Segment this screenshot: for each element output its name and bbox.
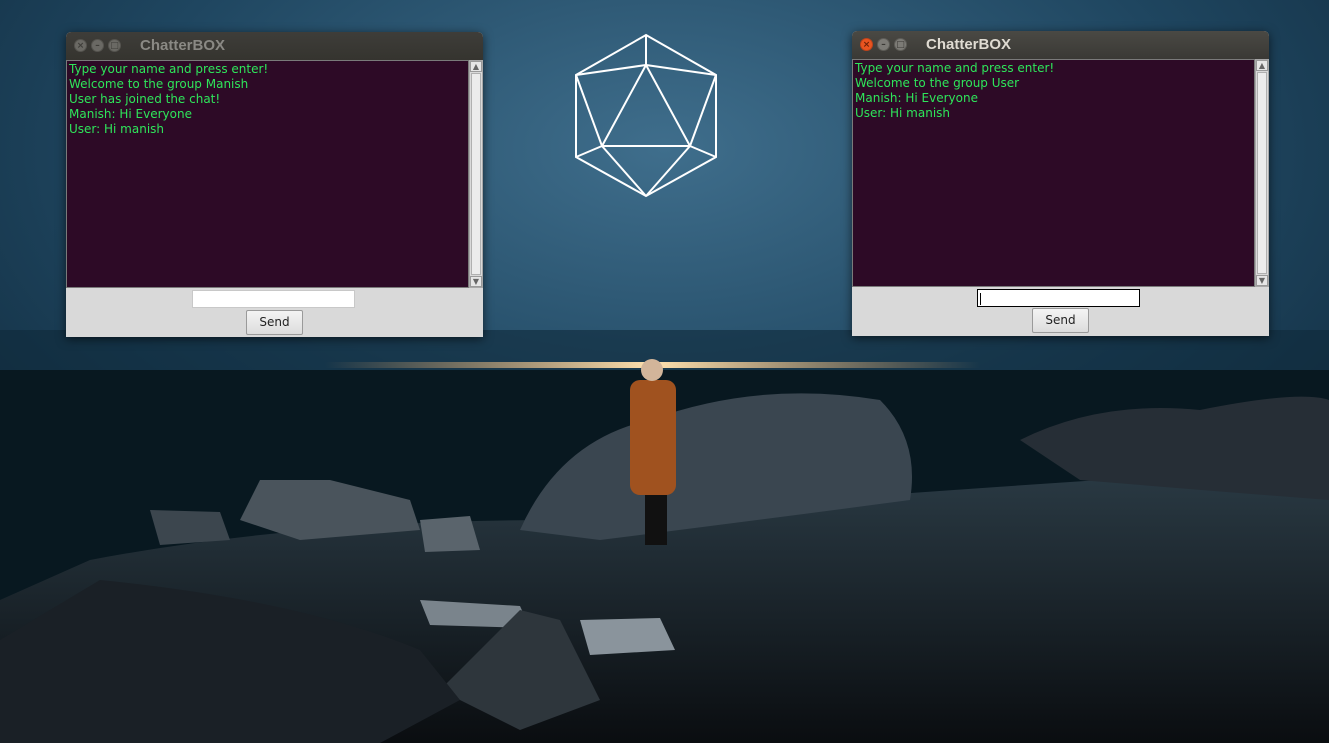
chat-message: User: Hi manish xyxy=(855,106,951,120)
chat-message: Manish: Hi Everyone xyxy=(855,91,978,105)
message-input[interactable] xyxy=(192,290,355,308)
chat-log[interactable]: Type your name and press enter! Welcome … xyxy=(852,59,1255,287)
chat-message: Welcome to the group User xyxy=(855,76,1020,90)
minimize-icon[interactable]: – xyxy=(91,39,104,52)
text-cursor xyxy=(980,293,981,305)
scrollbar-thumb[interactable] xyxy=(471,73,481,275)
scroll-down-arrow-icon[interactable]: ▼ xyxy=(1256,275,1268,286)
window-titlebar[interactable]: × – □ ChatterBOX xyxy=(66,32,483,60)
chat-message: User has joined the chat! xyxy=(69,92,221,106)
message-input[interactable] xyxy=(977,289,1140,307)
chat-scrollbar[interactable]: ▲ ▼ xyxy=(1255,59,1269,287)
scrollbar-thumb[interactable] xyxy=(1257,72,1267,274)
minimize-icon[interactable]: – xyxy=(877,38,890,51)
scroll-down-arrow-icon[interactable]: ▼ xyxy=(470,276,482,287)
chat-scrollbar[interactable]: ▲ ▼ xyxy=(469,60,483,288)
maximize-icon[interactable]: □ xyxy=(894,38,907,51)
close-icon[interactable]: × xyxy=(860,38,873,51)
send-button[interactable]: Send xyxy=(246,310,303,335)
window-title: ChatterBOX xyxy=(926,36,1012,53)
scroll-up-arrow-icon[interactable]: ▲ xyxy=(470,61,482,72)
chat-message: Manish: Hi Everyone xyxy=(69,107,192,121)
chat-log[interactable]: Type your name and press enter! Welcome … xyxy=(66,60,469,288)
maximize-icon[interactable]: □ xyxy=(108,39,121,52)
chat-message: Type your name and press enter! xyxy=(69,62,269,76)
window-titlebar[interactable]: × – □ ChatterBOX xyxy=(852,31,1269,59)
send-button[interactable]: Send xyxy=(1032,308,1089,333)
chat-message: Welcome to the group Manish xyxy=(69,77,249,91)
chat-message: Type your name and press enter! xyxy=(855,61,1055,75)
close-icon[interactable]: × xyxy=(74,39,87,52)
chat-window-manish[interactable]: × – □ ChatterBOX Type your name and pres… xyxy=(66,32,483,337)
chat-message: User: Hi manish xyxy=(69,122,165,136)
scroll-up-arrow-icon[interactable]: ▲ xyxy=(1256,60,1268,71)
window-title: ChatterBOX xyxy=(140,37,226,54)
chat-window-user[interactable]: × – □ ChatterBOX Type your name and pres… xyxy=(852,31,1269,336)
